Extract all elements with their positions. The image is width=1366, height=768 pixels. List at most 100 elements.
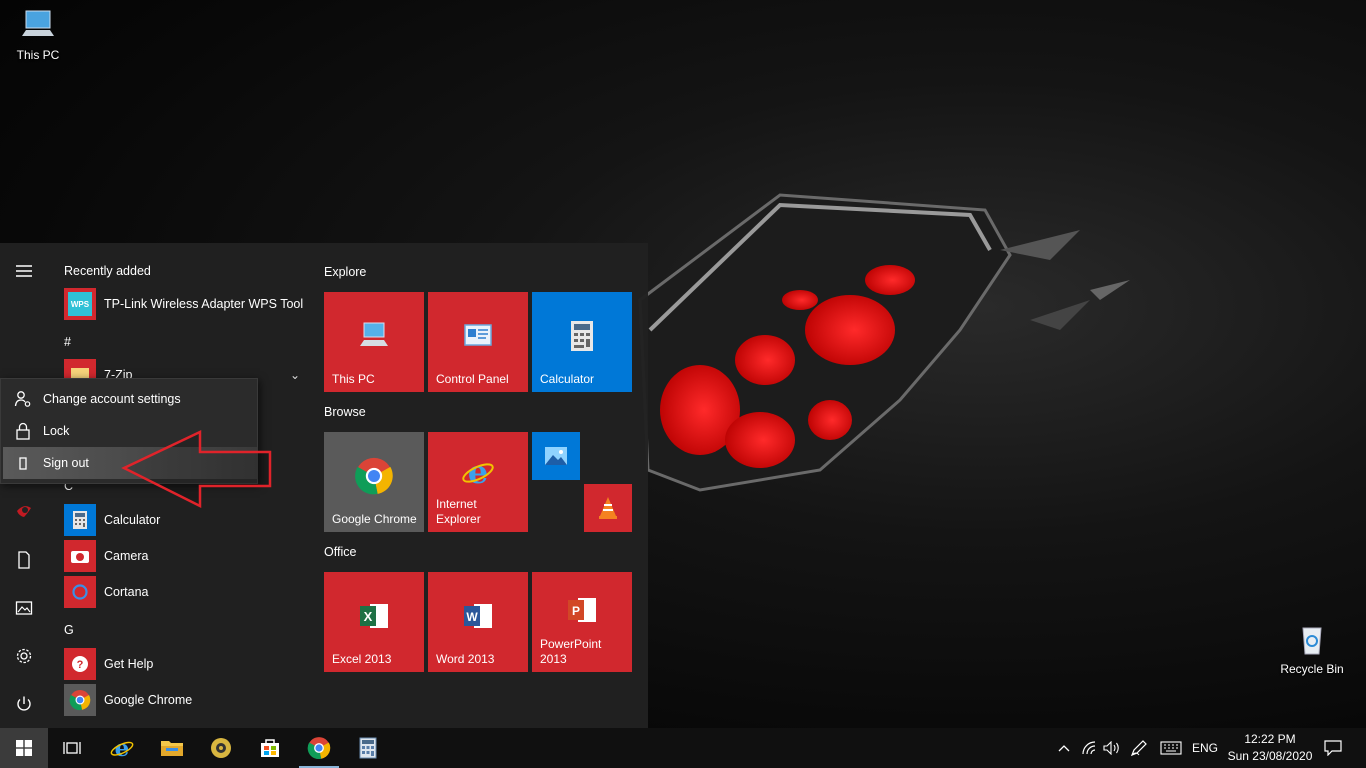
- gear-icon: [16, 648, 32, 664]
- power-icon: [17, 696, 31, 711]
- taskbar-file-explorer[interactable]: [148, 728, 196, 768]
- word-icon: W: [464, 604, 492, 628]
- tile-calculator[interactable]: Calculator: [532, 292, 632, 392]
- start-menu: Recently added WPS TP-Link Wireless Adap…: [0, 243, 648, 728]
- list-item-get-help[interactable]: ? Get Help: [64, 647, 304, 681]
- tile-label: Control Panel: [436, 372, 509, 386]
- pen-icon: [1130, 740, 1147, 757]
- list-item-label: Cortana: [104, 585, 149, 599]
- svg-text:?: ?: [77, 659, 84, 671]
- keyboard-icon: [1160, 741, 1182, 755]
- change-account-settings-item[interactable]: Change account settings: [3, 383, 257, 415]
- tile-powerpoint[interactable]: P PowerPoint 2013: [532, 572, 632, 672]
- letter-heading-g: G: [64, 623, 74, 637]
- flyout-item-label: Lock: [43, 424, 70, 438]
- touch-keyboard-button[interactable]: [1157, 728, 1185, 768]
- svg-text:P: P: [572, 604, 580, 618]
- svg-text:W: W: [466, 610, 478, 624]
- pen-workspace-button[interactable]: [1127, 728, 1151, 768]
- tile-google-chrome[interactable]: Google Chrome: [324, 432, 424, 532]
- store-icon: [261, 739, 279, 757]
- tile-excel[interactable]: X Excel 2013: [324, 572, 424, 672]
- get-help-icon: ?: [64, 648, 96, 680]
- tile-group-explore: Explore: [324, 265, 367, 279]
- desktop-icon-recycle-bin[interactable]: Recycle Bin: [1274, 622, 1350, 676]
- desktop-icon-this-pc[interactable]: This PC: [0, 8, 76, 62]
- chrome-icon: [355, 457, 393, 495]
- chevron-down-icon[interactable]: ⌄: [290, 368, 300, 382]
- list-item-label: TP-Link Wireless Adapter WPS Tool: [104, 297, 304, 311]
- windows-logo-icon: [16, 740, 32, 756]
- rog-account-button[interactable]: [0, 487, 48, 535]
- tile-label: Internet Explorer: [436, 497, 481, 526]
- tile-label: This PC: [332, 372, 375, 386]
- taskbar-internet-explorer[interactable]: e: [98, 728, 146, 768]
- documents-button[interactable]: [0, 536, 48, 584]
- vlc-icon: [599, 497, 617, 519]
- pictures-button[interactable]: [0, 584, 48, 632]
- taskbar-media-app[interactable]: [197, 728, 245, 768]
- tile-word[interactable]: W Word 2013: [428, 572, 528, 672]
- flyout-item-label: Change account settings: [43, 392, 181, 406]
- photos-icon: [545, 447, 567, 465]
- show-hidden-icons-button[interactable]: [1052, 728, 1076, 768]
- clock-button[interactable]: 12:22 PM Sun 23/08/2020: [1222, 731, 1318, 765]
- expand-menu-button[interactable]: [0, 247, 48, 295]
- annotation-arrow: [121, 430, 272, 508]
- tile-this-pc[interactable]: This PC: [324, 292, 424, 392]
- action-center-button[interactable]: [1318, 728, 1348, 768]
- control-panel-icon: [464, 324, 492, 346]
- list-item-calculator[interactable]: Calculator: [64, 503, 304, 537]
- taskbar-google-chrome[interactable]: [295, 728, 343, 768]
- this-pc-icon: [18, 8, 58, 44]
- document-icon: [18, 551, 30, 569]
- flyout-item-label: Sign out: [43, 456, 89, 470]
- volume-button[interactable]: [1101, 728, 1123, 768]
- network-button[interactable]: [1078, 728, 1100, 768]
- list-item-label: Camera: [104, 549, 149, 563]
- calculator-icon: [64, 504, 96, 536]
- list-item-cortana[interactable]: Cortana: [64, 575, 304, 609]
- recycle-bin-icon: [1292, 622, 1332, 658]
- input-language-button[interactable]: ENG: [1188, 728, 1222, 768]
- chrome-icon: [307, 737, 331, 760]
- calculator-icon: [571, 321, 593, 351]
- list-item-google-chrome[interactable]: Google Chrome: [64, 683, 304, 717]
- start-button[interactable]: [0, 728, 48, 768]
- desktop-icon-label: This PC: [16, 48, 60, 62]
- cortana-icon: [64, 576, 96, 608]
- sign-out-icon: [19, 457, 27, 470]
- tile-vlc[interactable]: [584, 484, 632, 532]
- tiles-area: Explore This PC Control Panel Calculator…: [324, 243, 644, 728]
- internet-explorer-icon: e: [462, 454, 494, 490]
- list-item-tp-link-wps[interactable]: WPS TP-Link Wireless Adapter WPS Tool: [64, 287, 308, 321]
- disc-icon: [211, 738, 231, 758]
- rog-logo-icon: [17, 506, 31, 517]
- tile-group-browse: Browse: [324, 405, 366, 419]
- chevron-up-icon: [1058, 745, 1070, 752]
- tile-photos[interactable]: [532, 432, 580, 480]
- hamburger-icon: [16, 265, 32, 277]
- letter-heading-hash: #: [64, 335, 71, 349]
- tile-label: Google Chrome: [332, 512, 417, 526]
- list-item-camera[interactable]: Camera: [64, 539, 304, 573]
- taskbar-store[interactable]: [246, 728, 294, 768]
- powerpoint-icon: P: [568, 598, 596, 622]
- list-item-label: Google Chrome: [104, 693, 193, 707]
- tile-control-panel[interactable]: Control Panel: [428, 292, 528, 392]
- lock-icon: [16, 422, 30, 440]
- tile-internet-explorer[interactable]: e Internet Explorer: [428, 432, 528, 532]
- task-view-button[interactable]: [48, 728, 96, 768]
- clock-time: 12:22 PM: [1244, 732, 1296, 746]
- svg-text:e: e: [468, 454, 488, 490]
- wifi-icon: [1082, 741, 1096, 755]
- excel-icon: X: [360, 604, 388, 628]
- camera-icon: [64, 540, 96, 572]
- settings-button[interactable]: [0, 632, 48, 680]
- svg-text:e: e: [115, 735, 130, 761]
- taskbar-calculator[interactable]: [344, 728, 392, 768]
- desktop-icon-label: Recycle Bin: [1280, 662, 1344, 676]
- tile-label: Word 2013: [436, 652, 495, 666]
- pictures-icon: [15, 601, 33, 615]
- power-button[interactable]: [0, 680, 48, 728]
